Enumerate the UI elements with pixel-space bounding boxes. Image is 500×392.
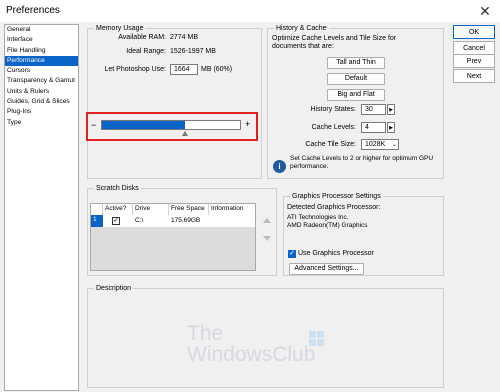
sidebar-item-file-handling[interactable]: File Handling <box>5 46 78 56</box>
memory-amount-input[interactable]: 1664 <box>170 64 198 75</box>
table-row[interactable]: 1 ✓ C:\ 175.69GB <box>91 215 255 227</box>
gpu-model: AMD Radeon(TM) Graphics <box>287 222 368 229</box>
optimize-intro-text: Optimize Cache Levels and Tile Size for … <box>272 35 397 50</box>
history-states-label: History States: <box>310 106 356 113</box>
windows-logo-icon <box>309 331 324 346</box>
use-gpu-checkbox[interactable]: ✓ <box>288 250 296 258</box>
info-icon: i <box>273 160 286 173</box>
cache-info-text: Set Cache Levels to 2 or higher for opti… <box>290 155 434 170</box>
available-ram-label: Available RAM: <box>118 34 166 41</box>
memory-usage-legend: Memory Usage <box>94 24 146 33</box>
sidebar-item-transparency-gamut[interactable]: Transparency & Gamut <box>5 76 78 86</box>
drive-cell: C:\ <box>135 217 144 224</box>
close-icon[interactable]: ✕ <box>470 0 500 22</box>
scratch-disks-table: Active? Drive Free Space Information 1 ✓… <box>90 203 256 271</box>
cache-levels-label: Cache Levels: <box>311 124 356 131</box>
scratch-disks-legend: Scratch Disks <box>94 184 141 193</box>
graphics-processor-legend: Graphics Processor Settings <box>290 192 383 201</box>
advanced-settings-button[interactable]: Advanced Settings... <box>289 263 364 275</box>
decrease-memory-button[interactable]: − <box>91 120 96 130</box>
cache-tile-size-value: 1028K <box>365 141 386 148</box>
table-header-index <box>91 204 103 215</box>
table-header-drive[interactable]: Drive <box>133 204 169 215</box>
sidebar-item-general[interactable]: General <box>5 25 78 35</box>
row-index: 1 <box>91 215 103 227</box>
cancel-button[interactable]: Cancel <box>453 41 495 55</box>
big-and-flat-button[interactable]: Big and Flat <box>327 89 385 101</box>
detected-gpu-label: Detected Graphics Processor: <box>287 204 381 211</box>
sidebar-item-type[interactable]: Type <box>5 118 78 128</box>
ok-button[interactable]: OK <box>453 25 495 39</box>
sidebar-item-guides-grid-slices[interactable]: Guides, Grid & Slices <box>5 97 78 107</box>
gpu-vendor: ATI Technologies Inc. <box>287 214 349 221</box>
watermark-line-2: WindowsClub <box>187 343 316 366</box>
history-cache-legend: History & Cache <box>274 24 329 33</box>
history-states-input[interactable]: 30 <box>361 104 386 115</box>
window-title: Preferences <box>0 0 500 22</box>
sidebar-item-performance[interactable]: Performance <box>5 55 78 67</box>
sidebar-item-units-rulers[interactable]: Units & Rulers <box>5 87 78 97</box>
table-header-information[interactable]: Information <box>209 204 255 215</box>
free-space-cell: 175.69GB <box>171 217 201 224</box>
cache-levels-stepper-icon[interactable]: ▶ <box>387 122 395 133</box>
prev-button[interactable]: Prev <box>453 54 495 68</box>
available-ram-value: 2774 MB <box>170 34 199 41</box>
sidebar-item-plug-ins[interactable]: Plug-Ins <box>5 107 78 117</box>
cache-levels-input[interactable]: 4 <box>361 122 386 133</box>
category-list: General Interface File Handling Performa… <box>4 24 79 391</box>
sidebar-item-interface[interactable]: Interface <box>5 35 78 45</box>
sidebar-item-cursors[interactable]: Cursors <box>5 66 78 76</box>
use-gpu-label[interactable]: Use Graphics Processor <box>298 249 374 259</box>
default-cache-button[interactable]: Default <box>327 73 385 85</box>
ideal-range-value: 1526-1997 MB <box>170 48 216 55</box>
memory-slider-thumb[interactable] <box>182 131 188 136</box>
tall-and-thin-button[interactable]: Tall and Thin <box>327 57 385 69</box>
description-legend: Description <box>94 284 134 293</box>
move-down-icon[interactable] <box>263 236 271 241</box>
move-up-icon[interactable] <box>263 218 271 223</box>
let-photoshop-use-label: Let Photoshop Use: <box>104 66 167 73</box>
watermark-line-1: The <box>187 322 224 345</box>
table-header-free-space[interactable]: Free Space <box>169 204 209 215</box>
next-button[interactable]: Next <box>453 69 495 83</box>
ideal-range-label: Ideal Range: <box>126 48 166 55</box>
table-header-active[interactable]: Active? <box>103 204 133 215</box>
cache-tile-size-select[interactable]: 1028K ⌄ <box>361 139 399 150</box>
memory-slider-track[interactable] <box>101 120 241 130</box>
active-checkbox[interactable]: ✓ <box>112 217 120 225</box>
description-group: Description <box>87 284 444 388</box>
history-states-stepper-icon[interactable]: ▶ <box>387 104 395 115</box>
memory-slider-fill <box>102 121 185 129</box>
memory-percent-label: MB (60%) <box>201 66 233 73</box>
chevron-down-icon: ⌄ <box>391 142 397 148</box>
cache-tile-size-label: Cache Tile Size: <box>305 141 356 148</box>
increase-memory-button[interactable]: + <box>245 119 250 129</box>
